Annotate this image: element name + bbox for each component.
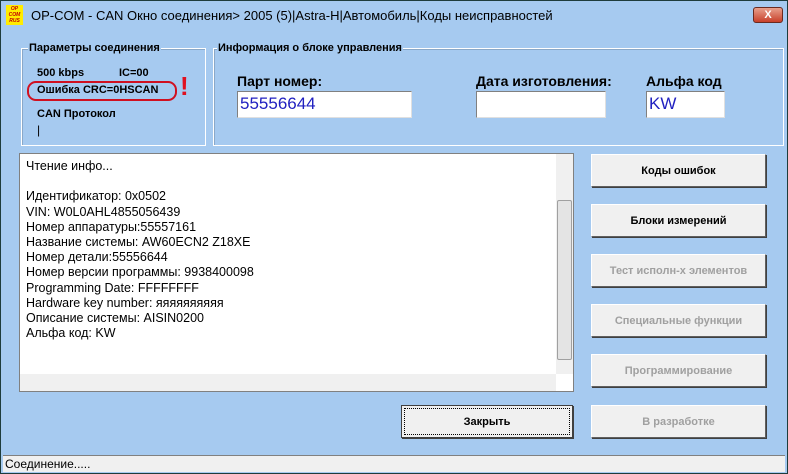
log-line: Альфа код: KW [26,326,116,341]
vertical-scrollbar[interactable] [556,154,573,374]
window-close-button[interactable]: X [753,7,783,23]
log-line: Номер версии программы: 9938400098 [26,265,254,280]
scrollbar-thumb[interactable] [557,200,572,360]
protocol-value: | [37,123,41,137]
connection-params-group: Параметры соединения 500 kbps IC=00 Ошиб… [21,42,206,146]
opcom-logo: OP COM RUS [6,5,23,25]
manufacture-date-label: Дата изготовления: [476,73,612,89]
log-line: Номер детали:55556644 [26,250,168,265]
part-number-label: Парт номер: [237,73,323,89]
log-line: Programming Date: FFFFFFFF [26,280,199,295]
alpha-code-field[interactable]: KW [646,91,725,118]
special-functions-button[interactable]: Специальные функции [591,304,766,337]
ecu-info-group: Информация о блоке управления Парт номер… [213,42,784,146]
window-title: OP-COM - CAN Окно соединения> 2005 (5)|A… [31,8,553,23]
ecu-info-legend: Информация о блоке управления [217,42,403,54]
manufacture-date-field[interactable] [476,91,606,118]
actuator-test-button[interactable]: Тест исполн-х элементов [591,254,766,287]
alpha-code-label: Альфа код [646,73,722,89]
programming-button[interactable]: Программирование [591,354,766,387]
log-line: Номер аппаратуры:55557161 [26,219,197,234]
alert-icon: ! [180,71,189,101]
info-log-textarea[interactable]: Чтение инфо... Идентификатор: 0x0502 VIN: … [19,153,574,392]
ic-label: IC=00 [119,67,149,79]
crc-error-label: Ошибка CRC=0HSCAN [37,84,159,96]
error-codes-button[interactable]: Коды ошибок [591,154,766,187]
log-line: Чтение инфо... [26,159,113,173]
measurement-blocks-button[interactable]: Блоки измерений [591,204,766,237]
log-line: Название системы: AW60ECN2 Z18XE [26,235,251,249]
log-line: VIN: W0L0AHL4855056439 [26,204,181,219]
protocol-label: CAN Протокол [37,108,116,120]
in-development-button[interactable]: В разработке [591,405,766,438]
connection-params-legend: Параметры соединения [28,42,161,54]
speed-label: 500 kbps [37,67,85,79]
app-window: OP COM RUS OP-COM - CAN Окно соединения> 2… [0,0,788,474]
status-bar: Соединение..... [3,455,785,472]
log-line: Hardware key number: яяяяяяяяяя [26,295,224,310]
log-line: Идентификатор: 0x0502 [26,189,166,204]
horizontal-scrollbar[interactable] [20,374,556,391]
part-number-field[interactable]: 55556644 [237,91,412,118]
close-button[interactable]: Закрыть [401,405,573,438]
log-line: Описание системы: AISIN0200 [26,311,204,326]
log-lines: Чтение инфо... Идентификатор: 0x0502 VIN: … [26,159,567,341]
